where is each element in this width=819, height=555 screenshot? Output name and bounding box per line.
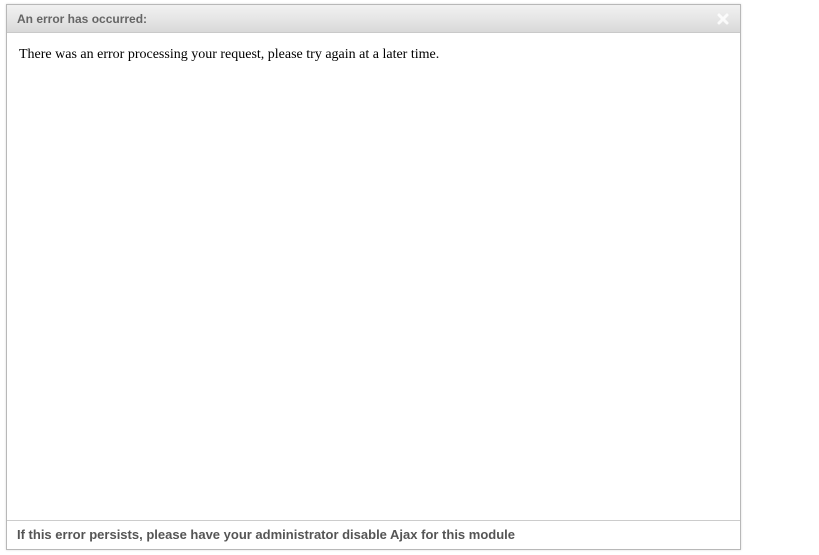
- footer-message: If this error persists, please have your…: [17, 527, 515, 542]
- dialog-content: There was an error processing your reque…: [7, 33, 740, 520]
- dialog-title: An error has occurred:: [17, 12, 147, 26]
- error-message: There was an error processing your reque…: [19, 47, 728, 63]
- close-icon: [717, 13, 729, 25]
- close-button[interactable]: [714, 10, 732, 28]
- dialog-footer: If this error persists, please have your…: [7, 520, 740, 548]
- error-dialog: An error has occurred: There was an erro…: [6, 4, 741, 550]
- dialog-titlebar: An error has occurred:: [7, 5, 740, 33]
